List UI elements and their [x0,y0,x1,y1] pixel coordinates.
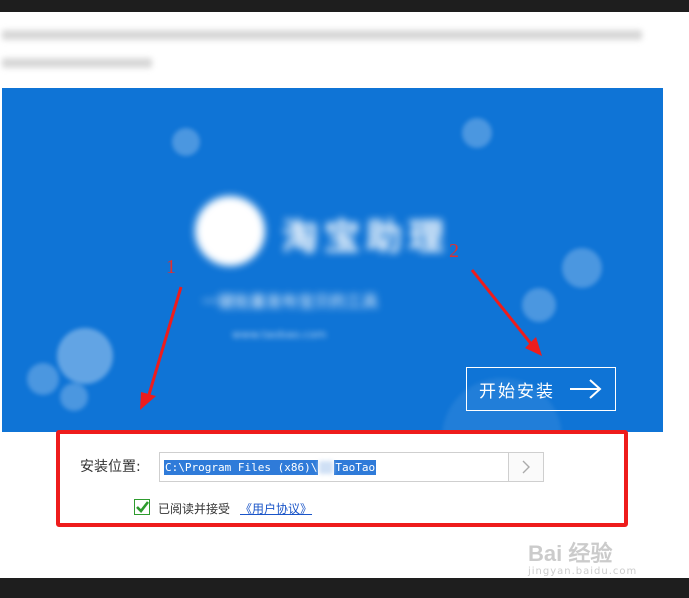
logo-text: 淘宝助理 [282,217,451,258]
banner-subtagline: www.taobao.com [232,328,327,341]
bubble-decoration [522,288,556,322]
bubble-decoration [562,248,602,288]
bubble-decoration [60,383,88,411]
annotation-number-2: 2 [449,240,459,262]
annotation-highlight-box [56,430,628,527]
watermark-url: jingyan.baidu.com [528,566,638,577]
baidu-watermark: Bai 经验 jingyan.baidu.com [528,536,658,584]
start-install-label: 开始安装 [479,381,555,402]
installer-banner: 淘宝助理 一键批量发布宝贝的工具 www.taobao.com 开始安装 [2,88,663,432]
bubble-decoration [172,128,200,156]
start-install-button[interactable]: 开始安装 [466,367,616,411]
watermark-logo: Bai 经验 [528,541,613,566]
banner-tagline: 一键批量发布宝贝的工具 [202,292,379,311]
arrow-right-icon [570,379,602,399]
bubble-decoration [57,328,113,384]
app-logo: 淘宝助理 [187,188,477,278]
bubble-decoration [27,363,59,395]
blurred-article-text [0,18,689,88]
bubble-decoration [462,118,492,148]
bottom-dark-bar [0,578,689,598]
top-dark-bar [0,0,689,12]
annotation-number-1: 1 [166,256,176,278]
logo-icon [195,196,265,266]
